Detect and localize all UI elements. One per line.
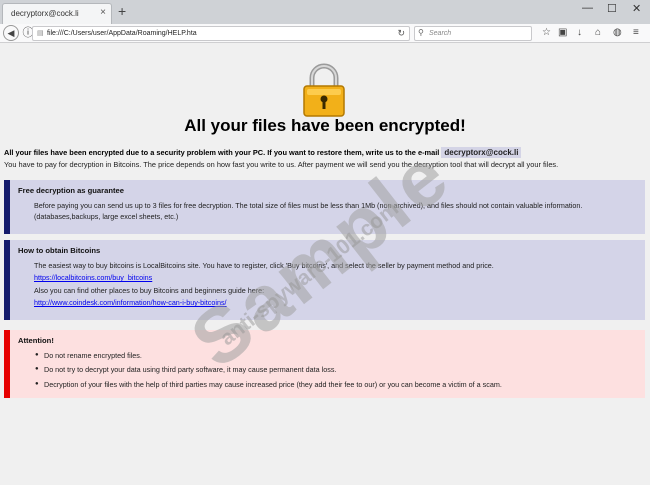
list-item: Do not try to decrypt your data using th… xyxy=(35,364,645,376)
back-icon[interactable]: ◀ xyxy=(3,25,19,41)
search-placeholder: Search xyxy=(429,30,452,37)
bitcoins-box: How to obtain Bitcoins The easiest way t… xyxy=(4,240,645,320)
intro-payment-text: You have to pay for decryption in Bitcoi… xyxy=(4,160,559,169)
list-item: Decryption of your files with the help o… xyxy=(35,379,645,391)
lock-icon xyxy=(303,63,345,117)
minimize-icon[interactable]: — xyxy=(582,2,593,14)
url-text: file:///C:/Users/user/AppData/Roaming/HE… xyxy=(47,30,197,37)
close-window-icon[interactable]: ✕ xyxy=(632,2,641,15)
home-icon[interactable]: ⌂ xyxy=(595,27,601,38)
free-decryption-title: Free decryption as guarantee xyxy=(18,186,124,195)
search-input[interactable]: ⚲ Search xyxy=(414,26,532,41)
browser-tab[interactable]: decryptorx@cock.li × xyxy=(2,3,112,24)
download-icon[interactable]: ↓ xyxy=(577,27,582,38)
coindesk-link[interactable]: http://www.coindesk.com/information/how-… xyxy=(34,298,227,307)
contact-email: decryptorx@cock.li xyxy=(441,147,522,158)
page-title: All your files have been encrypted! xyxy=(184,116,466,135)
close-tab-icon[interactable]: × xyxy=(100,7,106,18)
search-icon: ⚲ xyxy=(418,28,424,37)
intro-bold: All your files have been encrypted due t… xyxy=(4,148,440,157)
reload-icon[interactable]: ↻ xyxy=(397,28,405,39)
free-decryption-text: Before paying you can send us up to 3 fi… xyxy=(34,200,583,222)
tab-title: decryptorx@cock.li xyxy=(11,9,79,18)
attention-list: Do not rename encrypted files. Do not tr… xyxy=(18,350,645,391)
attention-title: Attention! xyxy=(18,336,54,345)
bookmark-star-icon[interactable]: ☆ xyxy=(542,27,551,38)
navigation-bar: ◀ ⓘ ▤ file:///C:/Users/user/AppData/Roam… xyxy=(0,24,650,43)
pocket-icon[interactable]: ◍ xyxy=(613,27,622,38)
intro-text: All your files have been encrypted due t… xyxy=(4,147,644,171)
page-content: All your files have been encrypted! All … xyxy=(0,44,650,485)
page-info-icon: ▤ xyxy=(37,30,44,37)
reading-list-icon[interactable]: ▣ xyxy=(558,27,567,38)
localbitcoins-link[interactable]: https://localbitcoins.com/buy_bitcoins xyxy=(34,273,152,282)
list-item: Do not rename encrypted files. xyxy=(35,350,645,362)
menu-icon[interactable]: ≡ xyxy=(633,27,639,38)
bitcoins-text-2: Also you can find other places to buy Bi… xyxy=(34,285,265,295)
attention-box: Attention! Do not rename encrypted files… xyxy=(4,330,645,398)
tab-bar: decryptorx@cock.li × + — ☐ ✕ xyxy=(0,0,650,24)
maximize-icon[interactable]: ☐ xyxy=(607,2,617,15)
url-bar[interactable]: ▤ file:///C:/Users/user/AppData/Roaming/… xyxy=(32,26,410,41)
new-tab-button[interactable]: + xyxy=(118,3,126,19)
bitcoins-title: How to obtain Bitcoins xyxy=(18,246,101,255)
bitcoins-text-1: The easiest way to buy bitcoins is Local… xyxy=(34,260,494,270)
free-decryption-box: Free decryption as guarantee Before payi… xyxy=(4,180,645,234)
